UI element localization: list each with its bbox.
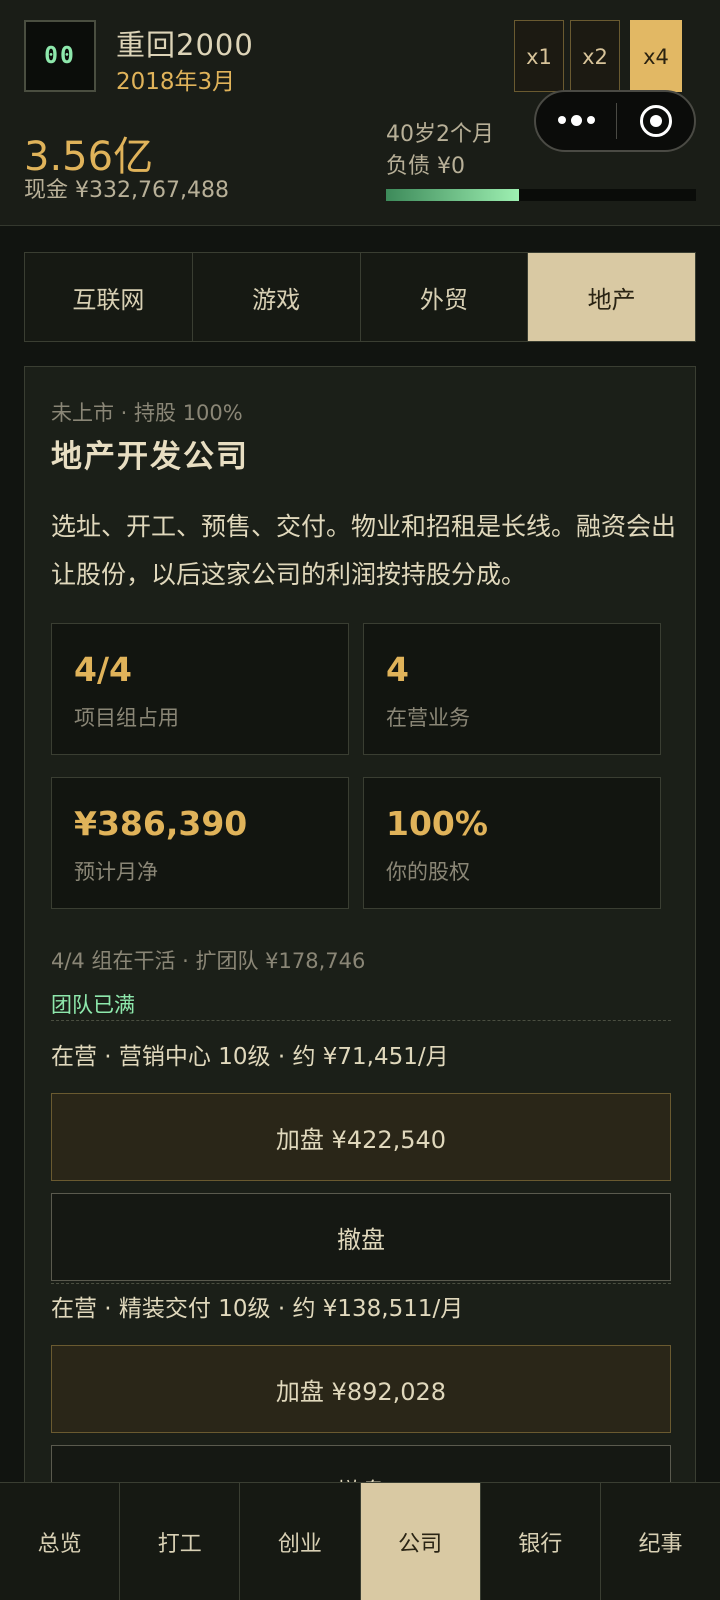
target-circle-icon[interactable] bbox=[617, 105, 694, 137]
game-date: 2018年3月 bbox=[116, 69, 236, 95]
stat-value: 4 bbox=[386, 650, 409, 689]
age-progress-fill bbox=[386, 189, 520, 201]
stat-value: ¥386,390 bbox=[74, 804, 248, 843]
nav-overview[interactable]: 总览 bbox=[0, 1483, 121, 1600]
team-full-label: 团队已满 bbox=[51, 989, 671, 1021]
nav-company[interactable]: 公司 bbox=[360, 1483, 481, 1600]
mini-program-capsule bbox=[534, 90, 696, 152]
business-divider bbox=[51, 1283, 671, 1284]
nav-chronicle[interactable]: 纪事 bbox=[601, 1483, 720, 1600]
stat-equity: 100% 你的股权 bbox=[363, 777, 661, 909]
tab-games[interactable]: 游戏 bbox=[193, 253, 361, 341]
stat-value: 100% bbox=[386, 804, 488, 843]
game-title: 重回2000 bbox=[116, 28, 254, 62]
debt-value: 负债 ¥0 bbox=[386, 154, 465, 179]
company-description: 选址、开工、预售、交付。物业和招租是长线。融资会出让股份，以后这家公司的利润按持… bbox=[51, 512, 677, 589]
tab-internet[interactable]: 互联网 bbox=[25, 253, 193, 341]
business-marketing-center-title: 在营 · 营销中心 10级 · 约 ¥71,451/月 bbox=[51, 1044, 449, 1070]
stat-label: 项目组占用 bbox=[74, 706, 179, 730]
tick-counter-badge: 00 bbox=[24, 20, 96, 92]
company-card: 未上市 · 持股 100% 地产开发公司 选址、开工、预售、交付。物业和招租是长… bbox=[24, 366, 696, 1533]
stat-label: 预计月净 bbox=[74, 860, 158, 884]
team-status: 4/4 组在干活 · 扩团队 ¥178,746 bbox=[51, 949, 366, 973]
company-name: 地产开发公司 bbox=[51, 439, 249, 475]
stat-monthly-net: ¥386,390 预计月净 bbox=[51, 777, 349, 909]
speed-x4-button[interactable]: x4 bbox=[630, 20, 682, 92]
nav-bank[interactable]: 银行 bbox=[481, 1483, 601, 1600]
speed-x1-button[interactable]: x1 bbox=[514, 20, 564, 92]
cash-value: 现金 ¥332,767,488 bbox=[24, 178, 229, 203]
stat-active-businesses: 4 在营业务 bbox=[363, 623, 661, 755]
add-business-fitout-button[interactable]: 加盘 ¥892,028 bbox=[51, 1345, 671, 1433]
industry-tabs: 互联网 游戏 外贸 地产 bbox=[24, 252, 696, 342]
stat-label: 在营业务 bbox=[386, 706, 470, 730]
stat-value: 4/4 bbox=[74, 650, 132, 689]
age-value: 40岁2个月 bbox=[386, 122, 494, 147]
business-fitout-delivery-title: 在营 · 精装交付 10级 · 约 ¥138,511/月 bbox=[51, 1296, 464, 1322]
nav-startup[interactable]: 创业 bbox=[240, 1483, 361, 1600]
tab-trade[interactable]: 外贸 bbox=[361, 253, 529, 341]
remove-business-marketing-button[interactable]: 撤盘 bbox=[51, 1193, 671, 1281]
stat-project-groups: 4/4 项目组占用 bbox=[51, 623, 349, 755]
age-progress-bar bbox=[386, 189, 696, 201]
speed-x2-button[interactable]: x2 bbox=[570, 20, 620, 92]
add-business-marketing-button[interactable]: 加盘 ¥422,540 bbox=[51, 1093, 671, 1181]
bottom-navigation: 总览 打工 创业 公司 银行 纪事 bbox=[0, 1482, 720, 1600]
tab-real-estate[interactable]: 地产 bbox=[528, 253, 695, 341]
stat-label: 你的股权 bbox=[386, 860, 470, 884]
company-status: 未上市 · 持股 100% bbox=[51, 401, 243, 425]
more-dots-icon[interactable] bbox=[536, 115, 616, 126]
top-status-header: 00 重回2000 2018年3月 x1 x2 x4 3.56亿 现金 ¥332… bbox=[0, 0, 720, 226]
nav-work[interactable]: 打工 bbox=[120, 1483, 241, 1600]
